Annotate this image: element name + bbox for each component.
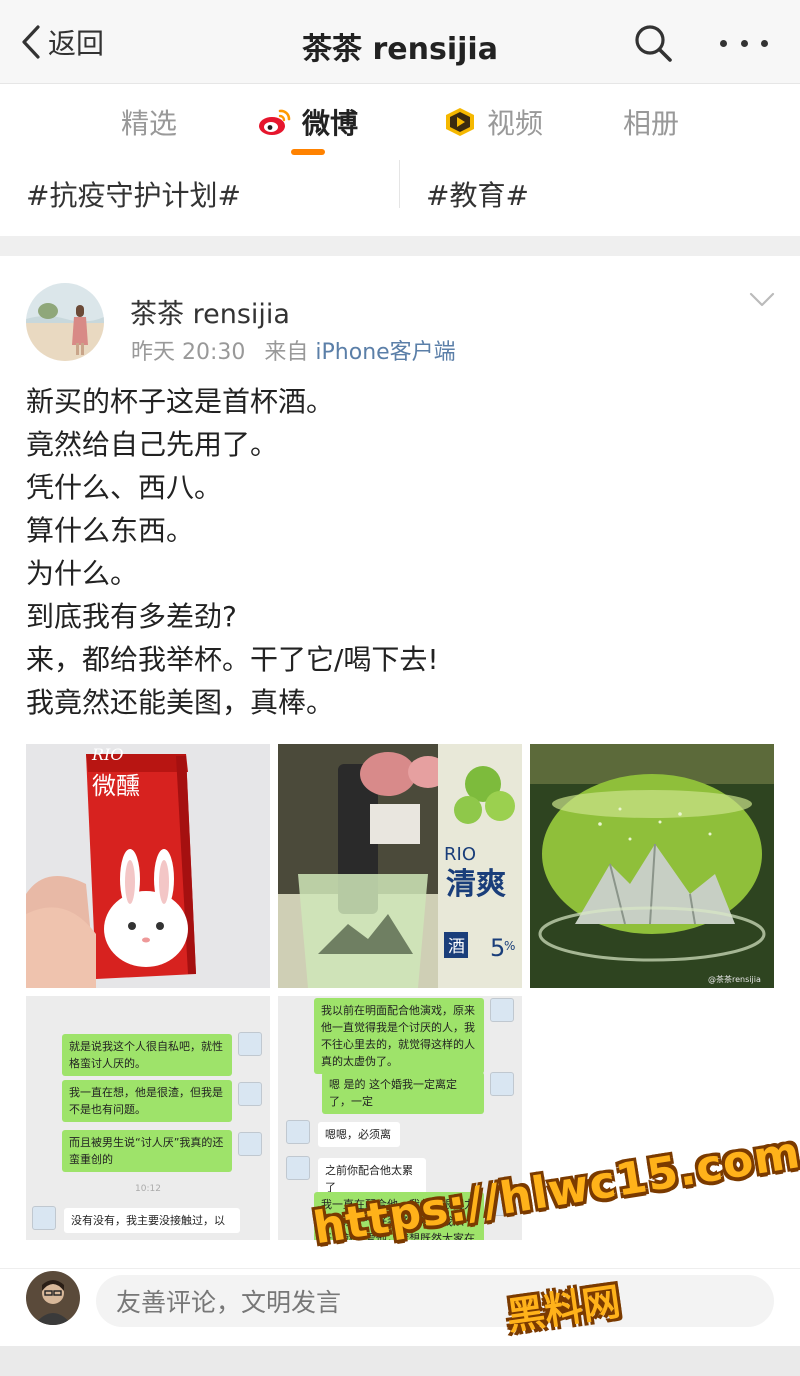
- footer-strip: [0, 1346, 800, 1376]
- topic-row: #抗疫守护计划# #教育#: [0, 158, 800, 236]
- top-nav-bar: 返回 茶茶 rensijia: [0, 0, 800, 84]
- tab-album[interactable]: 相册: [623, 102, 679, 142]
- author-avatar[interactable]: [26, 283, 104, 361]
- post-text: 新买的杯子这是首杯酒。 竟然给自己先用了。 凭什么、西八。 算什么东西。 为什么…: [26, 380, 766, 724]
- active-tab-indicator: [291, 149, 325, 155]
- topic-link[interactable]: #教育#: [426, 174, 529, 214]
- watermark-name: 黑料网: [503, 1279, 624, 1339]
- page: 返回 茶茶 rensijia 精选 微博 视频 相册 #抗疫守护计划# #教育#…: [0, 0, 800, 1376]
- post-source[interactable]: iPhone客户端: [315, 340, 455, 365]
- chat-timestamp: 10:12: [135, 1184, 161, 1194]
- box-tag: 酒: [448, 937, 465, 957]
- post-line: 凭什么、西八。: [26, 471, 223, 504]
- comment-placeholder: 友善评论，文明发言: [116, 1288, 342, 1317]
- section-gap: [0, 236, 800, 256]
- dot-icon: [740, 39, 748, 47]
- tab-label: 相册: [623, 107, 680, 140]
- more-options-button[interactable]: [720, 24, 768, 62]
- topic-link[interactable]: #抗疫守护计划#: [26, 174, 241, 214]
- post-line: 新买的杯子这是首杯酒。: [26, 385, 335, 418]
- chat-avatar: [238, 1132, 262, 1156]
- tab-featured[interactable]: 精选: [121, 102, 177, 142]
- chat-avatar: [286, 1120, 310, 1144]
- page-title: 茶茶 rensijia: [302, 32, 498, 67]
- post-time: 昨天 20:30: [131, 340, 246, 365]
- dot-icon: [720, 39, 727, 47]
- beach-photo-icon: [26, 283, 104, 361]
- profile-tabs: 精选 微博 视频 相册: [0, 84, 800, 158]
- post-photo[interactable]: @茶茶rensijia: [530, 744, 774, 988]
- can-brand: RIO: [91, 745, 123, 764]
- box-pct: 5: [490, 934, 505, 962]
- post-line: 来，都给我举杯。干了它/喝下去!: [26, 643, 439, 676]
- watermark: https://hlwc15.com 黑料网: [310, 1127, 800, 1344]
- chat-avatar: [238, 1032, 262, 1056]
- rio-can-photo: RIO 微醺: [26, 744, 270, 988]
- chat-bubble: 没有没有，我主要没接触过，以: [64, 1208, 240, 1233]
- tab-video[interactable]: 视频: [443, 102, 543, 142]
- chat-bubble: 而且被男生说“讨人厌”我真的还蛮重创的: [62, 1130, 232, 1172]
- chat-bubble: 嗯嗯，必须离: [318, 1122, 400, 1147]
- chat-avatar: [490, 1072, 514, 1096]
- post-photo[interactable]: 就是说我这个人很自私吧，就性格蛮讨人厌的。 我一直在想，他是很渣，但我是不是也有…: [26, 996, 270, 1240]
- tab-label: 视频: [487, 107, 544, 140]
- tab-label: 精选: [121, 107, 178, 140]
- box-name: 清爽: [446, 867, 506, 902]
- svg-text:%: %: [504, 939, 515, 953]
- post-photo[interactable]: RIO 清爽 酒 5 %: [278, 744, 522, 988]
- my-avatar[interactable]: [26, 1271, 80, 1325]
- tab-weibo[interactable]: 微博: [258, 102, 358, 142]
- divider: [399, 160, 400, 208]
- photo-credit: @茶茶rensijia: [708, 974, 761, 984]
- chevron-down-icon[interactable]: [748, 290, 776, 310]
- post-line: 到底我有多差劲?: [26, 600, 237, 633]
- weibo-logo-icon: [259, 109, 291, 135]
- chat-bubble: 嗯 是的 这个婚我一定离定了，一定: [322, 1072, 484, 1114]
- chat-avatar: [286, 1156, 310, 1180]
- post-line: 为什么。: [26, 557, 139, 590]
- user-photo-icon: [26, 1271, 80, 1325]
- post-meta: 昨天 20:30 来自 iPhone客户端: [131, 334, 456, 366]
- chat-avatar: [32, 1206, 56, 1230]
- weibo-post-card: 茶茶 rensijia 昨天 20:30 来自 iPhone客户端 新买的杯子这…: [0, 256, 800, 1268]
- mountain-glass-photo: @茶茶rensijia: [530, 744, 774, 988]
- source-prefix: 来自: [264, 340, 309, 365]
- search-icon[interactable]: [632, 22, 674, 64]
- tab-label: 微博: [302, 107, 359, 140]
- post-line: 我竟然还能美图，真棒。: [26, 686, 335, 719]
- box-brand: RIO: [444, 844, 476, 865]
- post-line: 算什么东西。: [26, 514, 195, 547]
- video-badge-icon: [446, 108, 474, 136]
- drink-glass-photo: RIO 清爽 酒 5 %: [278, 744, 522, 988]
- post-line: 竟然给自己先用了。: [26, 428, 279, 461]
- post-photo[interactable]: RIO 微醺: [26, 744, 270, 988]
- can-name: 微醺: [92, 772, 140, 800]
- chat-bubble: 就是说我这个人很自私吧，就性格蛮讨人厌的。: [62, 1034, 232, 1076]
- chat-bubble: 我以前在明面配合他演戏，原来他一直觉得我是个讨厌的人，我不往心里去的，就觉得这样…: [314, 998, 484, 1074]
- chat-avatar: [238, 1082, 262, 1106]
- author-name[interactable]: 茶茶 rensijia: [130, 292, 290, 331]
- chat-avatar: [490, 998, 514, 1022]
- dot-icon: [761, 39, 768, 47]
- chat-bubble: 我一直在想，他是很渣，但我是不是也有问题。: [62, 1080, 232, 1122]
